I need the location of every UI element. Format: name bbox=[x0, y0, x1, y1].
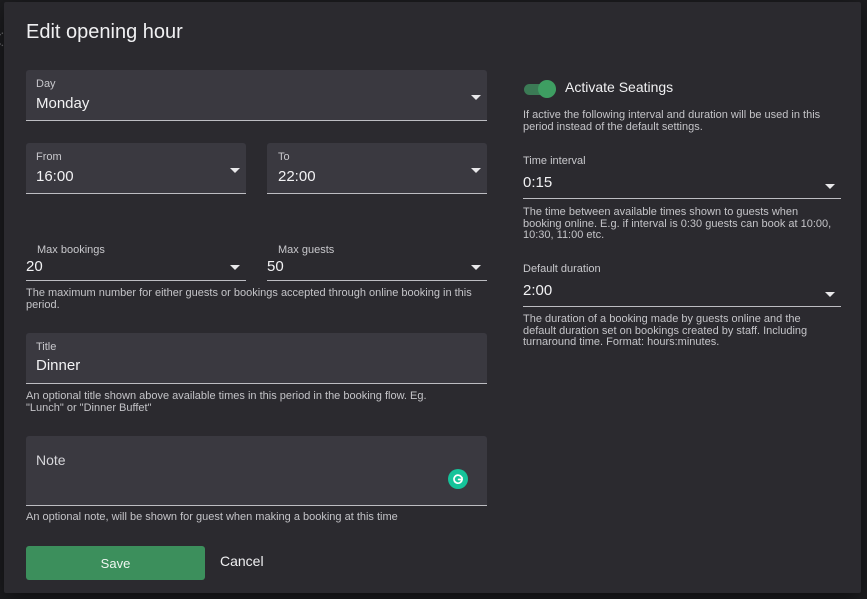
save-button[interactable]: Save bbox=[26, 546, 205, 580]
chevron-down-icon bbox=[825, 184, 835, 189]
activate-seatings-label: Activate Seatings bbox=[565, 79, 674, 95]
chevron-down-icon bbox=[471, 95, 481, 100]
from-label: From bbox=[36, 151, 62, 163]
time-interval-select[interactable]: Time interval 0:15 bbox=[523, 152, 841, 199]
note-help-text: An optional note, will be shown for gues… bbox=[26, 511, 398, 523]
max-guests-value: 50 bbox=[267, 258, 284, 275]
toggle-knob bbox=[538, 80, 556, 98]
chevron-down-icon bbox=[230, 168, 240, 173]
activate-seatings-toggle[interactable] bbox=[524, 79, 558, 99]
day-value: Monday bbox=[36, 95, 90, 112]
day-label: Day bbox=[36, 78, 56, 90]
max-guests-label: Max guests bbox=[278, 244, 335, 256]
cancel-button[interactable]: Cancel bbox=[220, 553, 264, 569]
edit-opening-hour-dialog: Edit opening hour Day Monday From 16:00 … bbox=[4, 2, 861, 593]
from-value: 16:00 bbox=[36, 168, 74, 185]
title-input[interactable]: Title Dinner bbox=[26, 333, 487, 384]
max-bookings-value: 20 bbox=[26, 258, 43, 275]
chevron-down-icon bbox=[471, 168, 481, 173]
note-placeholder: Note bbox=[36, 452, 66, 468]
title-help-text: An optional title shown above available … bbox=[26, 390, 427, 414]
title-label: Title bbox=[36, 341, 57, 353]
to-select[interactable]: To 22:00 bbox=[267, 143, 487, 194]
chevron-down-icon bbox=[230, 265, 240, 270]
grammarly-icon[interactable] bbox=[448, 469, 468, 489]
note-textarea[interactable]: Note bbox=[26, 436, 487, 506]
time-interval-help-text: The time between available times shown t… bbox=[523, 206, 832, 241]
to-value: 22:00 bbox=[278, 168, 316, 185]
chevron-down-icon bbox=[471, 265, 481, 270]
seatings-help-text: If active the following interval and dur… bbox=[523, 109, 821, 133]
max-bookings-select[interactable]: Max bookings 20 bbox=[26, 242, 246, 281]
chevron-down-icon bbox=[825, 292, 835, 297]
default-duration-help-text: The duration of a booking made by guests… bbox=[523, 313, 808, 348]
grammarly-glyph bbox=[453, 474, 463, 484]
time-interval-value: 0:15 bbox=[523, 174, 553, 191]
max-help-text: The maximum number for either guests or … bbox=[26, 287, 472, 311]
default-duration-value: 2:00 bbox=[523, 282, 553, 299]
to-label: To bbox=[278, 151, 290, 163]
dialog-title: Edit opening hour bbox=[26, 21, 183, 43]
day-select[interactable]: Day Monday bbox=[26, 70, 487, 121]
default-duration-label: Default duration bbox=[523, 263, 601, 275]
title-value: Dinner bbox=[36, 357, 81, 374]
max-guests-select[interactable]: Max guests 50 bbox=[267, 242, 487, 281]
from-select[interactable]: From 16:00 bbox=[26, 143, 246, 194]
max-bookings-label: Max bookings bbox=[37, 244, 105, 256]
time-interval-label: Time interval bbox=[523, 155, 586, 167]
default-duration-select[interactable]: Default duration 2:00 bbox=[523, 260, 841, 307]
